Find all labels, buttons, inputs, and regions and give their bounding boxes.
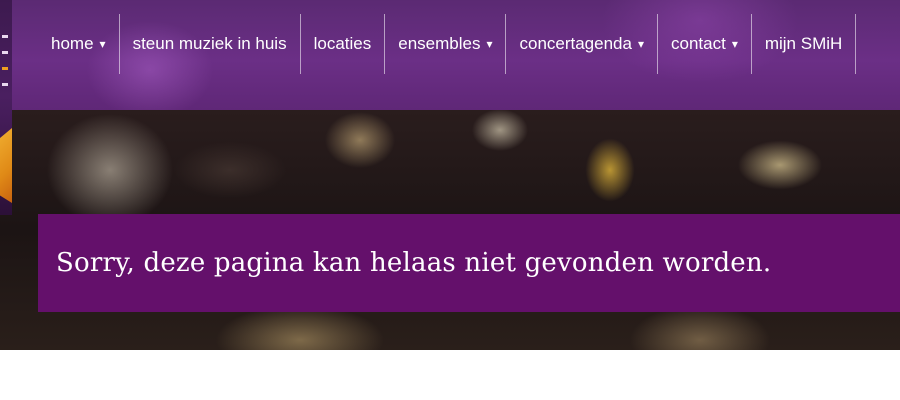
nav-item-contact[interactable]: contact ▾ bbox=[658, 14, 752, 74]
main-navigation: home ▾ steun muziek in huis locaties ens… bbox=[38, 0, 857, 88]
site-logo[interactable] bbox=[0, 0, 12, 215]
nav-item-mijn-smih[interactable]: mijn SMiH bbox=[752, 14, 857, 74]
logo-lettering bbox=[2, 35, 10, 99]
logo-shape-icon bbox=[0, 128, 12, 203]
caret-down-icon: ▾ bbox=[99, 37, 106, 51]
nav-item-label: mijn SMiH bbox=[764, 34, 843, 53]
nav-item-label: concertagenda bbox=[519, 34, 632, 53]
nav-item-home[interactable]: home ▾ bbox=[38, 14, 120, 74]
caret-down-icon: ▾ bbox=[731, 37, 738, 51]
nav-item-steun-muziek-in-huis[interactable]: steun muziek in huis bbox=[120, 14, 301, 74]
nav-item-label: ensembles bbox=[398, 34, 481, 53]
caret-down-icon: ▾ bbox=[637, 37, 644, 51]
nav-item-locaties[interactable]: locaties bbox=[301, 14, 386, 74]
nav-item-label: locaties bbox=[313, 34, 372, 53]
caret-down-icon: ▾ bbox=[486, 37, 493, 51]
nav-item-concertagenda[interactable]: concertagenda ▾ bbox=[506, 14, 658, 74]
nav-item-label: steun muziek in huis bbox=[132, 34, 287, 53]
nav-item-label: home bbox=[51, 34, 94, 53]
nav-item-label: contact bbox=[671, 34, 726, 53]
nav-item-ensembles[interactable]: ensembles ▾ bbox=[385, 14, 507, 74]
error-banner: Sorry, deze pagina kan helaas niet gevon… bbox=[38, 214, 900, 312]
page-title: Sorry, deze pagina kan helaas niet gevon… bbox=[56, 248, 772, 278]
